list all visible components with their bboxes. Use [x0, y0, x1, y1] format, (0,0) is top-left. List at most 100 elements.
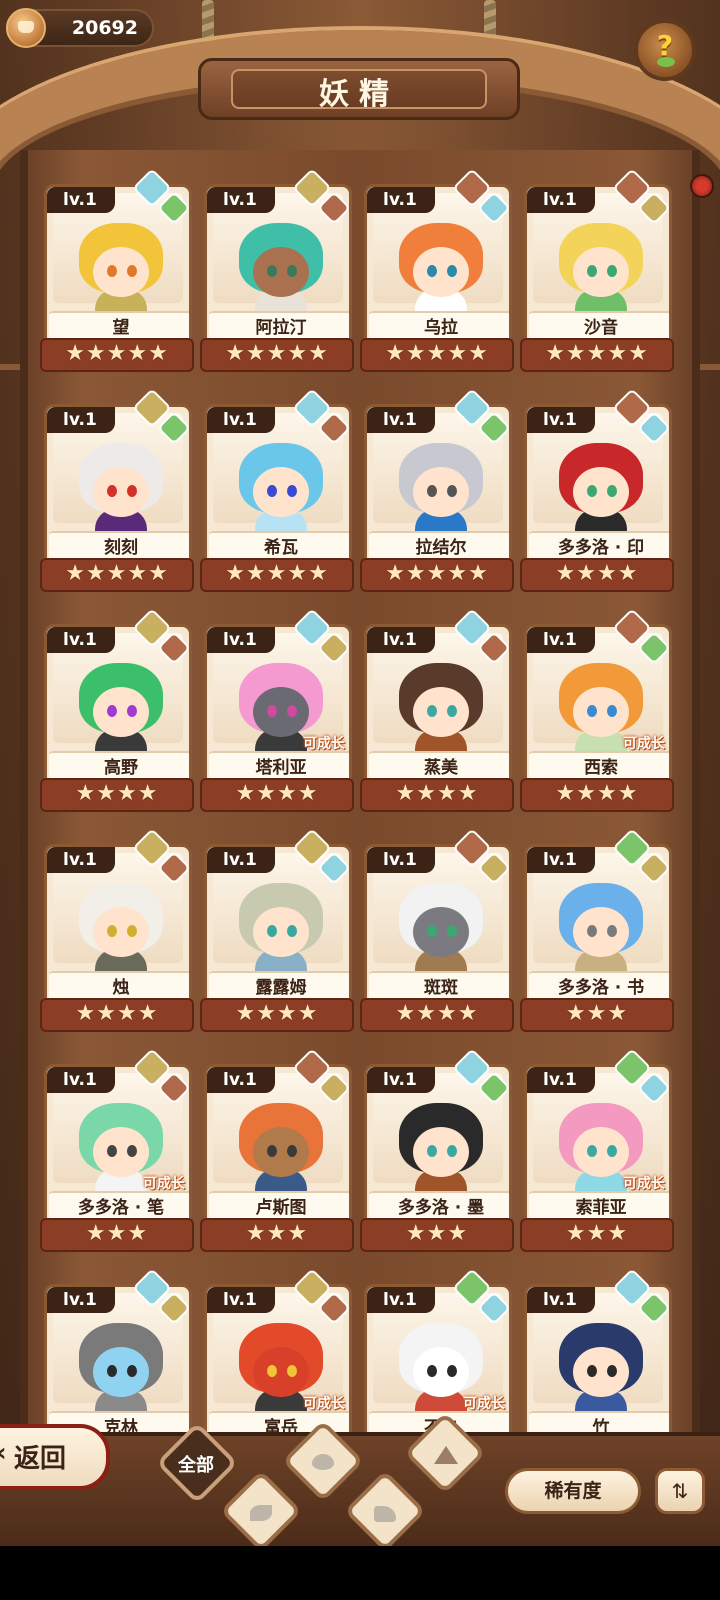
fairy-portrait [231, 437, 331, 543]
fairy-collection-screen: 妖精 20692 ? lv.1 望 ★★★★★ lv.1 阿拉汀 ★★★★★ l… [0, 0, 720, 1546]
fairy-portrait [231, 1097, 331, 1203]
fairy-portrait [551, 437, 651, 543]
star-rating: ★★★★★ [65, 341, 169, 366]
star-rating: ★★★★★ [545, 341, 649, 366]
rarity-stars: ★★★★★ [360, 558, 514, 592]
fairy-card[interactable]: lv.1 高野 ★★★★ [40, 608, 194, 814]
rarity-stars: ★★★ [200, 1218, 354, 1252]
rarity-stars: ★★★★ [200, 998, 354, 1032]
fairy-card[interactable]: lv.1 刻刻 ★★★★★ [40, 388, 194, 594]
star-rating: ★★★★ [555, 781, 639, 806]
rarity-stars: ★★★★★ [520, 338, 674, 372]
rarity-stars: ★★★ [520, 1218, 674, 1252]
fairy-portrait [71, 657, 171, 763]
star-rating: ★★★★ [75, 781, 159, 806]
level-badge: lv.1 [47, 187, 115, 213]
fairy-card[interactable]: lv.1 可成长 西索 ★★★★ [520, 608, 674, 814]
level-badge: lv.1 [367, 847, 435, 873]
rarity-stars: ★★★★★ [200, 558, 354, 592]
fairy-portrait [71, 877, 171, 983]
rarity-stars: ★★★ [40, 1218, 194, 1252]
fairy-card[interactable]: lv.1 多多洛 · 墨 ★★★ [360, 1048, 514, 1254]
fairy-card[interactable]: lv.1 拉结尔 ★★★★★ [360, 388, 514, 594]
title-sign: 妖精 [198, 58, 520, 120]
help-button[interactable]: ? [634, 19, 696, 81]
fairy-card[interactable]: lv.1 斑斑 ★★★★ [360, 828, 514, 1034]
rarity-stars: ★★★★ [360, 998, 514, 1032]
sprout-icon [657, 57, 675, 67]
star-rating: ★★★★★ [65, 561, 169, 586]
level-badge: lv.1 [47, 407, 115, 433]
fairy-card[interactable]: lv.1 望 ★★★★★ [40, 168, 194, 374]
fairy-portrait [391, 877, 491, 983]
sprout-icon [250, 1505, 272, 1521]
fairy-portrait [551, 217, 651, 323]
fairy-card[interactable]: lv.1 可成长 多多洛 · 笔 ★★★ [40, 1048, 194, 1254]
level-badge: lv.1 [47, 1067, 115, 1093]
fairy-card[interactable]: lv.1 多多洛 · 印 ★★★★ [520, 388, 674, 594]
rarity-stars: ★★★★★ [40, 558, 194, 592]
fairy-portrait [391, 657, 491, 763]
fairy-portrait [391, 217, 491, 323]
level-badge: lv.1 [47, 627, 115, 653]
fairy-portrait [551, 1317, 651, 1423]
fairy-portrait [391, 1097, 491, 1203]
level-badge: lv.1 [367, 627, 435, 653]
back-button[interactable]: ‹ 返回 [0, 1424, 110, 1490]
back-label: 返回 [14, 1444, 67, 1474]
level-badge: lv.1 [47, 847, 115, 873]
level-badge: lv.1 [367, 407, 435, 433]
star-rating: ★★★★ [395, 1001, 479, 1026]
rarity-stars: ★★★★★ [200, 338, 354, 372]
chevron-left-icon: ‹ [0, 1438, 7, 1468]
rarity-stars: ★★★★ [520, 778, 674, 812]
level-badge: lv.1 [207, 407, 275, 433]
growable-tag: 可成长 [303, 736, 345, 752]
fairy-card[interactable]: lv.1 可成长 索菲亚 ★★★ [520, 1048, 674, 1254]
currency-value: 20692 [71, 17, 138, 39]
rarity-stars: ★★★★ [40, 778, 194, 812]
growable-tag: 可成长 [143, 1176, 185, 1192]
water-drop-icon [312, 1454, 334, 1470]
fairy-card[interactable]: lv.1 卢斯图 ★★★ [200, 1048, 354, 1254]
fairy-card[interactable]: lv.1 多多洛 · 书 ★★★ [520, 828, 674, 1034]
fairy-card[interactable]: lv.1 乌拉 ★★★★★ [360, 168, 514, 374]
rarity-sort-button[interactable]: 稀有度 [505, 1468, 641, 1514]
level-badge: lv.1 [527, 187, 595, 213]
crown-coin-icon [6, 8, 46, 48]
rarity-stars: ★★★★ [520, 558, 674, 592]
star-rating: ★★★ [565, 1001, 629, 1026]
level-badge: lv.1 [527, 407, 595, 433]
mountain-icon [434, 1446, 458, 1464]
star-rating: ★★★★★ [385, 341, 489, 366]
level-badge: lv.1 [207, 1067, 275, 1093]
level-badge: lv.1 [527, 847, 595, 873]
star-rating: ★★★★★ [225, 561, 329, 586]
level-badge: lv.1 [207, 187, 275, 213]
level-badge: lv.1 [527, 1067, 595, 1093]
fairy-card[interactable]: lv.1 可成长 塔利亚 ★★★★ [200, 608, 354, 814]
filter-all-label: 全部 [178, 1455, 214, 1476]
fairy-card[interactable]: lv.1 露露姆 ★★★★ [200, 828, 354, 1034]
ladybug-icon [690, 174, 714, 198]
level-badge: lv.1 [527, 1287, 595, 1313]
fairy-portrait [391, 437, 491, 543]
fairy-card[interactable]: lv.1 希瓦 ★★★★★ [200, 388, 354, 594]
fairy-card[interactable]: lv.1 蒸美 ★★★★ [360, 608, 514, 814]
star-rating: ★★★★ [235, 1001, 319, 1026]
fairy-card[interactable]: lv.1 阿拉汀 ★★★★★ [200, 168, 354, 374]
fairy-portrait [71, 437, 171, 543]
rarity-stars: ★★★★ [200, 778, 354, 812]
star-rating: ★★★★ [75, 1001, 159, 1026]
fairy-portrait [71, 1317, 171, 1423]
level-badge: lv.1 [527, 627, 595, 653]
growable-tag: 可成长 [623, 736, 665, 752]
fairy-card[interactable]: lv.1 沙音 ★★★★★ [520, 168, 674, 374]
level-badge: lv.1 [207, 1287, 275, 1313]
fairy-portrait [231, 877, 331, 983]
fairy-card[interactable]: lv.1 烛 ★★★★ [40, 828, 194, 1034]
growable-tag: 可成长 [463, 1396, 505, 1412]
sort-order-button[interactable]: ⇅ [655, 1468, 705, 1514]
star-rating: ★★★ [405, 1221, 469, 1246]
growable-tag: 可成长 [303, 1396, 345, 1412]
